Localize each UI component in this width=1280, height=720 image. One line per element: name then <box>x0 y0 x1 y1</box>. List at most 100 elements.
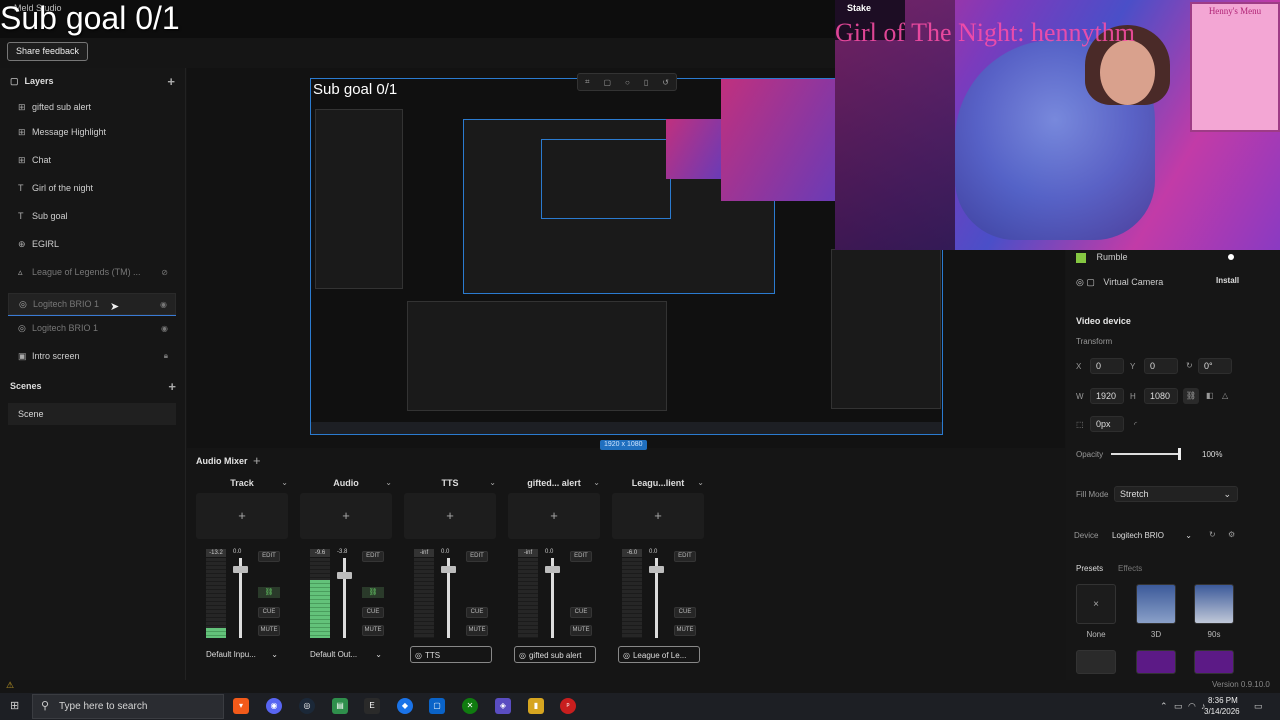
chevron-down-icon[interactable]: ⌄ <box>385 478 392 487</box>
riot-shield-icon[interactable]: ◈ <box>495 698 511 714</box>
epic-games-icon[interactable]: E <box>364 698 380 714</box>
layer-item-egirl[interactable]: ⊕ EGIRL <box>8 233 176 255</box>
share-feedback-button[interactable]: Share feedback <box>7 42 89 61</box>
edit-button[interactable]: EDIT <box>466 551 488 562</box>
corner-style-icon[interactable]: ◜ <box>1134 420 1137 429</box>
channel-device-select[interactable]: ◎ League of Le... <box>618 646 700 663</box>
volume-fader-knob[interactable] <box>337 572 352 579</box>
wifi-icon[interactable]: ◠ <box>1188 701 1196 712</box>
rotation-input[interactable]: 0° <box>1198 358 1232 374</box>
preset-5[interactable] <box>1136 650 1176 674</box>
hidden-icon[interactable]: ⊘ <box>161 268 168 277</box>
corner-radius-input[interactable]: 0px <box>1090 416 1124 432</box>
layer-item-girl-of-the-night[interactable]: T Girl of the night <box>8 177 176 199</box>
add-filter-button[interactable]: + <box>300 493 392 539</box>
layer-item-message-highlight[interactable]: ⊞ Message Highlight <box>8 121 176 143</box>
chevron-down-icon[interactable]: ⌄ <box>489 478 496 487</box>
chevron-down-icon[interactable]: ⌄ <box>697 478 704 487</box>
preset-3d[interactable] <box>1136 584 1176 624</box>
volume-fader-knob[interactable] <box>441 566 456 573</box>
channel-device-select[interactable]: ◎ gifted sub alert <box>514 646 596 663</box>
reset-icon[interactable]: ↺ <box>662 78 669 87</box>
tab-effects[interactable]: Effects <box>1118 564 1142 573</box>
settings-icon[interactable]: ⚙ <box>1228 530 1235 539</box>
portrait-icon[interactable]: ▯ <box>644 78 648 87</box>
rumble-row[interactable]: Rumble <box>1076 252 1128 263</box>
chevron-down-icon[interactable]: ⌄ <box>281 478 288 487</box>
channel-name[interactable]: Leagu...lient <box>612 475 704 491</box>
add-filter-button[interactable]: + <box>508 493 600 539</box>
flip-horizontal-icon[interactable]: ◧ <box>1206 391 1214 400</box>
link-icon[interactable]: ⛓ <box>362 587 384 598</box>
edit-button[interactable]: EDIT <box>362 551 384 562</box>
cue-button[interactable]: CUE <box>362 607 384 618</box>
layers-collapse-icon[interactable]: ▢ <box>10 76 19 87</box>
rumble-toggle[interactable] <box>1228 254 1234 260</box>
channel-name[interactable]: Track <box>196 475 288 491</box>
layer-item-intro-screen[interactable]: ▣ Intro screen 🔒︎ <box>8 345 176 367</box>
layer-item-league-of-legends[interactable]: ▵ League of Legends (TM) ... ⊘ <box>8 261 176 283</box>
preset-none[interactable]: × <box>1076 584 1116 624</box>
preset-4[interactable] <box>1076 650 1116 674</box>
channel-device-select[interactable]: ◎ TTS <box>410 646 492 663</box>
channel-name[interactable]: Audio <box>300 475 392 491</box>
volume-fader-knob[interactable] <box>545 566 560 573</box>
layer-item-logitech-brio-dragging[interactable]: ◎ Logitech BRIO 1 ◉ <box>8 293 176 315</box>
channel-device-select[interactable]: Default Out... ⌄ <box>306 646 388 663</box>
add-audio-icon[interactable]: + <box>253 453 261 468</box>
flip-vertical-icon[interactable]: △ <box>1222 391 1228 400</box>
add-layer-icon[interactable]: + <box>167 74 175 89</box>
mute-button[interactable]: MUTE <box>570 625 592 636</box>
add-filter-button[interactable]: + <box>404 493 496 539</box>
tray-chevron-icon[interactable]: ⌃ <box>1160 701 1168 712</box>
brave-icon[interactable]: ▾ <box>233 698 249 714</box>
channel-device-select[interactable]: Default Inpu... ⌄ <box>202 646 284 663</box>
notes-icon[interactable]: ▢ <box>429 698 445 714</box>
link-icon[interactable]: ⛓ <box>258 587 280 598</box>
layer-item-gifted-sub-alert[interactable]: ⊞ gifted sub alert <box>8 96 176 118</box>
vpn-icon[interactable]: ◆ <box>397 698 413 714</box>
mute-button[interactable]: MUTE <box>362 625 384 636</box>
volume-fader[interactable] <box>343 558 346 638</box>
add-scene-icon[interactable]: + <box>168 379 176 394</box>
steam-icon[interactable]: ◎ <box>299 698 315 714</box>
chevron-down-icon[interactable]: ⌄ <box>593 478 600 487</box>
pdf-icon[interactable]: ᵖ <box>560 698 576 714</box>
mute-button[interactable]: MUTE <box>674 625 696 636</box>
cue-button[interactable]: CUE <box>674 607 696 618</box>
device-select[interactable]: Logitech BRIO ⌄ <box>1108 527 1200 544</box>
channel-name[interactable]: TTS <box>404 475 496 491</box>
lock-icon[interactable]: 🔒︎ <box>164 351 168 361</box>
cue-button[interactable]: CUE <box>570 607 592 618</box>
lock-aspect-icon[interactable]: ⛓ <box>1183 388 1199 404</box>
visibility-icon[interactable]: ◉ <box>161 324 168 333</box>
volume-fader-knob[interactable] <box>233 566 248 573</box>
volume-fader-knob[interactable] <box>649 566 664 573</box>
layer-item-sub-goal[interactable]: T Sub goal <box>8 205 176 227</box>
preset-6[interactable] <box>1194 650 1234 674</box>
add-filter-button[interactable]: + <box>196 493 288 539</box>
height-input[interactable]: 1080 <box>1144 388 1178 404</box>
add-filter-button[interactable]: + <box>612 493 704 539</box>
cue-button[interactable]: CUE <box>466 607 488 618</box>
install-button[interactable]: Install <box>1216 276 1239 285</box>
clock-date[interactable]: 3/14/2026 <box>1204 707 1240 716</box>
opacity-slider[interactable] <box>1111 453 1179 455</box>
warning-icon[interactable]: ⚠ <box>6 680 14 691</box>
notifications-icon[interactable]: ▭ <box>1254 701 1263 712</box>
channel-name[interactable]: gifted... alert <box>508 475 600 491</box>
edit-button[interactable]: EDIT <box>570 551 592 562</box>
discord-icon[interactable]: ◉ <box>266 698 282 714</box>
clock-time[interactable]: 8:36 PM <box>1208 696 1238 705</box>
y-input[interactable]: 0 <box>1144 358 1178 374</box>
mute-button[interactable]: MUTE <box>258 625 280 636</box>
refresh-icon[interactable]: ↻ <box>1209 530 1216 539</box>
x-input[interactable]: 0 <box>1090 358 1124 374</box>
crop-icon[interactable]: ⌗ <box>585 77 590 87</box>
meld-icon[interactable]: ▤ <box>332 698 348 714</box>
visibility-icon[interactable]: ◉ <box>160 300 167 309</box>
edit-button[interactable]: EDIT <box>674 551 696 562</box>
scene-item[interactable]: Scene <box>8 403 176 425</box>
layer-item-logitech-brio[interactable]: ◎ Logitech BRIO 1 ◉ <box>8 317 176 339</box>
opacity-slider-thumb[interactable] <box>1178 448 1181 460</box>
